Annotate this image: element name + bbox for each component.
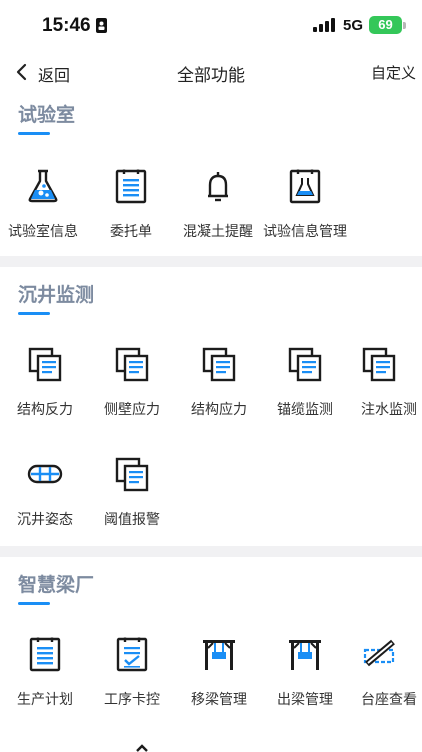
- documents-icon: [288, 347, 322, 382]
- section-title: 智慧梁厂: [18, 574, 95, 596]
- grid-item-structure-stress[interactable]: 结构应力: [176, 346, 262, 436]
- section-caisson-monitoring: 沉井监测 结构反力 侧壁应力 结构应力 锚缆监测 注水监测 沉井姿态 阈值报警: [0, 280, 422, 546]
- grid-item-process-control[interactable]: 工序卡控: [89, 636, 175, 726]
- partial-row-icon: [136, 744, 148, 752]
- status-bar: 15:46 5G 69: [0, 0, 422, 50]
- clipboard-list-icon: [115, 169, 147, 204]
- lock-screen-icon: [96, 18, 107, 33]
- documents-icon: [28, 347, 62, 382]
- battery-tip: [403, 22, 406, 29]
- section-title: 沉井监测: [18, 284, 95, 306]
- grid-label: 试验信息管理: [263, 224, 347, 240]
- section-smart-beam-factory: 智慧梁厂 生产计划 工序卡控 移梁管理 出梁管理 台座查看: [0, 570, 422, 752]
- clipboard-list-icon: [29, 637, 61, 672]
- documents-icon: [202, 347, 236, 382]
- documents-icon: [115, 347, 149, 382]
- customize-button[interactable]: 自定义: [371, 62, 416, 83]
- grid-item-water-injection-monitoring[interactable]: 注水监测: [336, 346, 422, 436]
- section-underline: [18, 312, 50, 315]
- bell-icon: [208, 172, 228, 202]
- grid-item-threshold-alarm[interactable]: 阈值报警: [89, 456, 175, 546]
- network-type: 5G: [343, 17, 364, 34]
- grid-item-pedestal-view[interactable]: 台座查看: [336, 636, 422, 726]
- grid-item-test-info-management[interactable]: 试验信息管理: [262, 168, 348, 258]
- grid-item-sidewall-stress[interactable]: 侧壁应力: [89, 346, 175, 436]
- grid-item-structure-reaction[interactable]: 结构反力: [2, 346, 88, 436]
- section-underline: [18, 132, 50, 135]
- grid-item-commission[interactable]: 委托单: [88, 168, 174, 258]
- documents-icon: [115, 457, 149, 492]
- grid-label: 注水监测: [361, 402, 417, 418]
- signal-icon: [313, 18, 335, 32]
- flask-icon: [28, 169, 58, 203]
- section-lab: 试验室 试验室信息 委托单 混凝土提醒 试验信息管理: [0, 100, 422, 256]
- documents-icon: [362, 347, 396, 382]
- status-time: 15:46: [42, 15, 91, 36]
- gantry-icon: [289, 640, 321, 670]
- grid-item-lab-info[interactable]: 试验室信息: [0, 168, 86, 258]
- page-title: 全部功能: [177, 66, 245, 86]
- gantry-icon: [203, 640, 235, 670]
- grid-label: 阈值报警: [104, 512, 160, 528]
- flask-clipboard-icon: [289, 169, 321, 204]
- section-divider: [0, 256, 422, 267]
- grid-item-production-plan[interactable]: 生产计划: [2, 636, 88, 726]
- grid-item-concrete-reminder[interactable]: 混凝土提醒: [175, 168, 261, 258]
- pedestal-icon: [363, 639, 395, 667]
- battery-icon: 69: [369, 16, 402, 34]
- section-underline: [18, 602, 50, 605]
- section-divider: [0, 546, 422, 557]
- grid-item-caisson-attitude[interactable]: 沉井姿态: [2, 456, 88, 546]
- grid-label: 台座查看: [361, 692, 417, 708]
- grid-item-beam-moving[interactable]: 移梁管理: [176, 636, 262, 726]
- nav-bar: 返回 全部功能 自定义: [0, 54, 422, 92]
- clipboard-check-icon: [116, 637, 148, 672]
- caisson-icon: [27, 464, 63, 484]
- section-title: 试验室: [18, 104, 76, 126]
